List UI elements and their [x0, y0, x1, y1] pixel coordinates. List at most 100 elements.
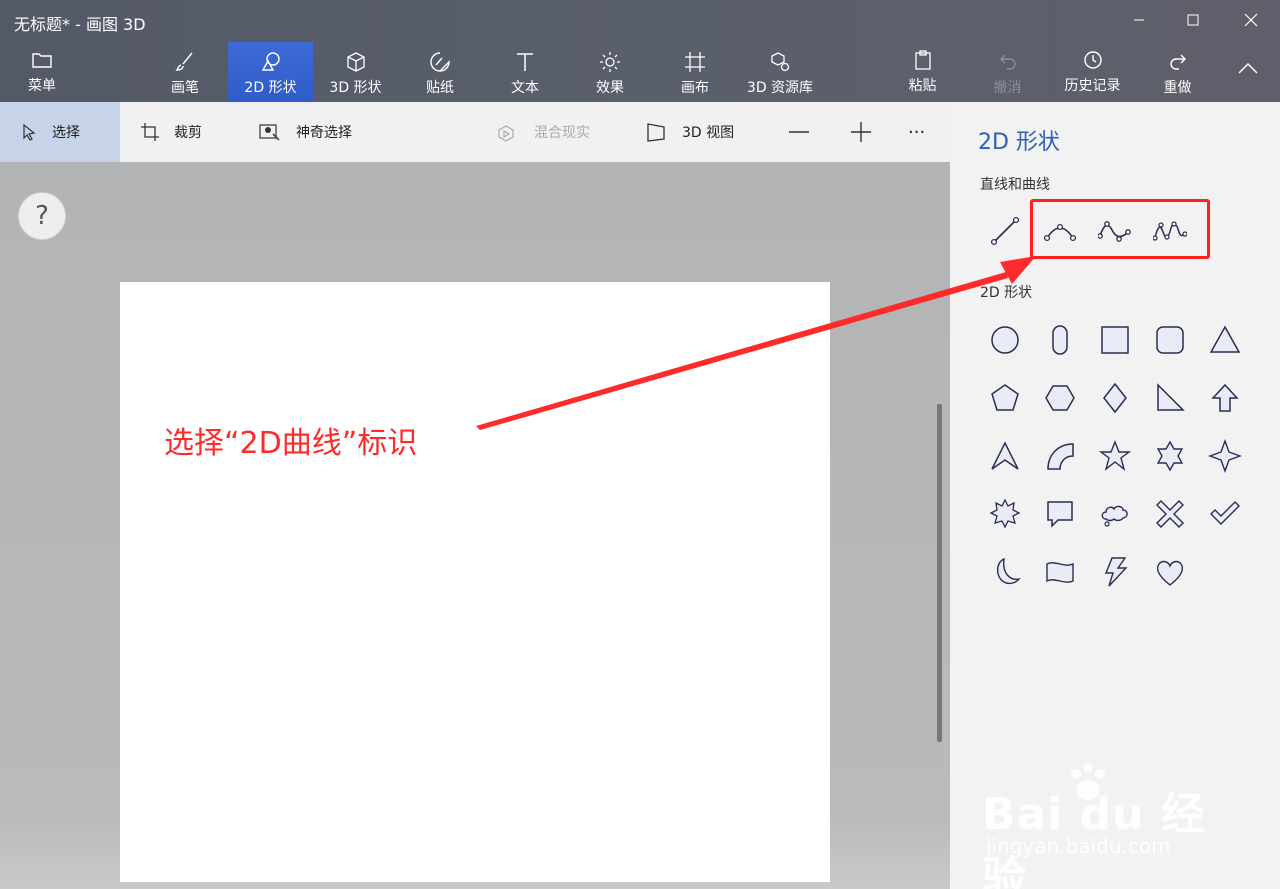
cube-icon	[346, 52, 365, 72]
tab-label: 3D 形状	[329, 80, 382, 96]
vertical-scrollbar[interactable]	[937, 404, 942, 742]
shape-toolbar: 选择 裁剪 神奇选择 混合现实 3D 视图 ···	[0, 102, 950, 162]
3d-view-icon	[647, 123, 665, 142]
annotation-text: 选择“2D曲线”标识	[164, 426, 418, 461]
star4-icon[interactable]	[1200, 431, 1250, 481]
lines-section-label: 直线和曲线	[980, 177, 1050, 193]
close-button[interactable]	[1228, 0, 1274, 40]
paste-icon	[914, 50, 931, 70]
minus-icon	[789, 131, 809, 133]
maximize-icon	[1187, 14, 1199, 26]
magic-select-icon	[259, 124, 280, 141]
tab-label: 历史记录	[1064, 78, 1121, 94]
magic-select-label: 神奇选择	[296, 125, 352, 141]
rounded-square-icon[interactable]	[1145, 315, 1195, 365]
more-button[interactable]: ···	[908, 102, 925, 162]
star6-icon[interactable]	[1145, 431, 1195, 481]
minimize-button[interactable]	[1116, 0, 1162, 40]
tab-label: 3D 资源库	[746, 80, 814, 96]
history-button[interactable]: 历史记录	[1055, 40, 1130, 100]
tab-brushes[interactable]: 画笔	[145, 42, 225, 102]
magic-select-tool[interactable]: 神奇选择	[258, 102, 352, 162]
tab-3d-library[interactable]: 3D 资源库	[740, 42, 820, 102]
crop-icon	[141, 123, 159, 141]
canvas-workspace: ?	[0, 162, 950, 889]
thought-bubble-icon[interactable]	[1090, 489, 1140, 539]
tab-label: 效果	[596, 80, 624, 96]
x-mark-icon[interactable]	[1145, 489, 1195, 539]
window-title: 无标题* - 画图 3D	[14, 15, 146, 34]
tab-label: 画笔	[171, 80, 199, 96]
lightning-icon[interactable]	[1090, 547, 1140, 597]
drawing-canvas[interactable]	[120, 282, 830, 882]
tab-label: 2D 形状	[244, 80, 297, 96]
line-icon[interactable]	[980, 206, 1030, 256]
right-triangle-icon[interactable]	[1145, 373, 1195, 423]
history-icon	[1083, 51, 1102, 69]
heart-icon[interactable]	[1145, 547, 1195, 597]
sun-icon	[600, 52, 620, 72]
3d-view-label: 3D 视图	[682, 125, 735, 141]
circle-icon[interactable]	[980, 315, 1030, 365]
tab-label: 重做	[1163, 80, 1192, 96]
tab-text[interactable]: 文本	[485, 42, 565, 102]
tab-label: 贴纸	[426, 80, 454, 96]
tab-canvas[interactable]: 画布	[655, 42, 735, 102]
crop-tool[interactable]: 裁剪	[140, 102, 202, 162]
tab-3d-shapes[interactable]: 3D 形状	[313, 42, 398, 102]
help-button[interactable]: ?	[18, 192, 66, 240]
burst-icon[interactable]	[980, 489, 1030, 539]
3d-view-tool[interactable]: 3D 视图	[646, 102, 734, 162]
text-icon	[517, 53, 533, 71]
question-icon: ?	[35, 201, 49, 231]
more-icon: ···	[908, 121, 926, 143]
tab-2d-shapes[interactable]: 2D 形状	[228, 42, 313, 102]
curves-highlight-box	[1030, 199, 1210, 259]
pentagon-icon[interactable]	[980, 373, 1030, 423]
hexagon-icon[interactable]	[1035, 373, 1085, 423]
redo-icon	[1169, 54, 1186, 70]
tab-stickers[interactable]: 贴纸	[400, 42, 480, 102]
3d-library-icon	[771, 52, 790, 72]
square-icon[interactable]	[1090, 315, 1140, 365]
tab-effects[interactable]: 效果	[570, 42, 650, 102]
plus-icon	[851, 122, 871, 142]
maximize-button[interactable]	[1170, 0, 1216, 40]
moon-icon[interactable]	[980, 547, 1030, 597]
tab-label: 粘贴	[908, 78, 937, 94]
close-icon	[1244, 13, 1258, 27]
quarter-circle-icon[interactable]	[1035, 431, 1085, 481]
banner-icon[interactable]	[1035, 547, 1085, 597]
tab-menu[interactable]: 菜单	[12, 40, 72, 100]
crop-label: 裁剪	[174, 125, 202, 141]
tab-label: 菜单	[28, 78, 56, 94]
undo-icon	[999, 54, 1016, 70]
minimize-icon	[1134, 19, 1144, 21]
mixed-reality-tool[interactable]: 混合现实	[496, 102, 590, 162]
mixed-reality-icon	[498, 125, 514, 142]
zoom-out-button[interactable]	[788, 102, 824, 162]
checkmark-icon[interactable]	[1200, 489, 1250, 539]
sticker-icon	[430, 52, 450, 72]
watermark-url: jingyan.baidu.com	[986, 834, 1171, 858]
select-tool[interactable]: 选择	[0, 102, 120, 162]
triangle-icon[interactable]	[1200, 315, 1250, 365]
zoom-in-button[interactable]	[850, 102, 886, 162]
redo-button[interactable]: 重做	[1150, 42, 1205, 102]
arrow-up-icon[interactable]	[1200, 373, 1250, 423]
arrowhead-icon[interactable]	[980, 431, 1030, 481]
baidu-watermark: Bai du 经验 jingyan.baidu.com	[982, 760, 1222, 889]
undo-button[interactable]: 撤消	[980, 42, 1035, 102]
tab-label: 画布	[681, 80, 709, 96]
diamond-icon[interactable]	[1090, 373, 1140, 423]
tab-label: 文本	[511, 80, 539, 96]
collapse-ribbon-button[interactable]	[1236, 60, 1260, 80]
speech-bubble-icon[interactable]	[1035, 489, 1085, 539]
canvas-icon	[685, 52, 705, 72]
shapes-section-label: 2D 形状	[980, 285, 1033, 301]
star5-icon[interactable]	[1090, 431, 1140, 481]
paste-button[interactable]: 粘贴	[895, 40, 950, 100]
folder-icon	[32, 53, 52, 68]
capsule-icon[interactable]	[1035, 315, 1085, 365]
panel-title: 2D 形状	[978, 130, 1060, 155]
